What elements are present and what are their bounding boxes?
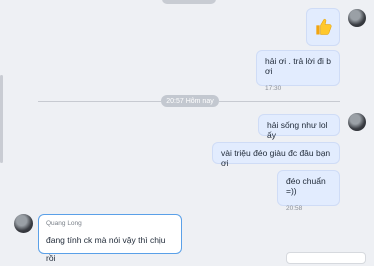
- message-text: đang tính ck mà nói vậy thì chịu rồi: [46, 235, 166, 263]
- thumbs-up-bubble[interactable]: [306, 8, 340, 46]
- message-text: vài triệu đéo giàu đc đâu bạn ơi: [221, 148, 331, 168]
- left-scroll-indicator: [0, 75, 3, 163]
- top-date-pill: [162, 0, 216, 4]
- incoming-message[interactable]: Quang Long đang tính ck mà nói vậy thì c…: [38, 214, 182, 263]
- sender-name: Quang Long: [46, 220, 82, 227]
- message-time: 17:30: [265, 84, 282, 92]
- composer-edge[interactable]: [286, 252, 366, 264]
- thumbs-up-icon: [316, 18, 332, 35]
- my-avatar[interactable]: [348, 113, 366, 131]
- outgoing-message[interactable]: đéo chuẩn =)) 20:58: [277, 170, 340, 212]
- outgoing-message[interactable]: hải ơi . trả lời đi b ơi 17:30: [256, 50, 340, 92]
- message-text: đéo chuẩn =)): [286, 176, 326, 196]
- divider-line-right: [219, 101, 340, 102]
- outgoing-message[interactable]: vài triệu đéo giàu đc đâu bạn ơi: [212, 142, 340, 168]
- message-text: hải ơi . trả lời đi b ơi: [265, 56, 331, 76]
- date-divider: 20:57 Hôm nay: [161, 95, 219, 107]
- message-time: 20:58: [286, 204, 303, 212]
- divider-line-left: [38, 101, 161, 102]
- message-text: hải sống như lol ấy: [267, 120, 328, 140]
- my-avatar[interactable]: [348, 9, 366, 27]
- contact-avatar[interactable]: [14, 214, 33, 233]
- outgoing-message[interactable]: hải sống như lol ấy: [258, 114, 340, 140]
